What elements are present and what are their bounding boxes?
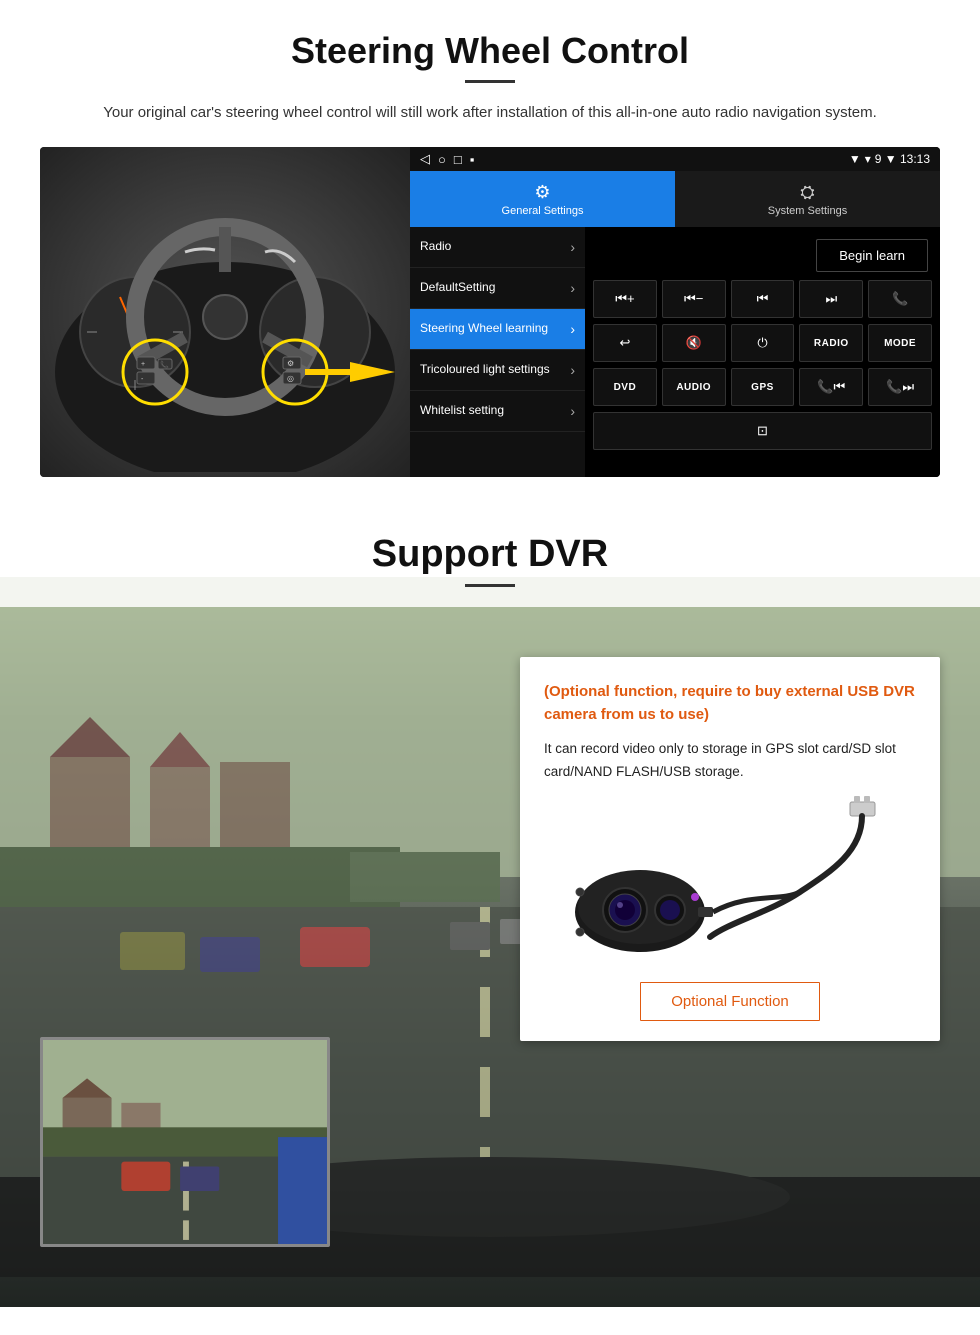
android-mockup: + - 📞 ⚙ ◎ (40, 147, 940, 477)
control-panel: Begin learn ⏮+ ⏮− ⏮ ⏭ 📞 ↩ 🔇 ⏻ (585, 227, 940, 477)
system-settings-icon: ⛭ (800, 182, 814, 203)
general-settings-icon: ⚙ (534, 182, 550, 203)
menu-item-radio[interactable]: Radio › (410, 227, 585, 268)
statusbar-nav-icons: ◁ ○ □ ▪ (420, 151, 474, 167)
menu-arrow-radio: › (570, 239, 575, 255)
dvr-description: It can record video only to storage in G… (544, 738, 916, 784)
android-tabs: ⚙ General Settings ⛭ System Settings (410, 171, 940, 227)
svg-text:📞: 📞 (160, 360, 169, 369)
btn-vol-up[interactable]: ⏮+ (593, 280, 657, 318)
btn-power[interactable]: ⏻ (731, 324, 795, 362)
btn-dvd[interactable]: DVD (593, 368, 657, 406)
svg-text:◎: ◎ (287, 374, 294, 383)
android-screen: ◁ ○ □ ▪ ▼ ▾ 9 ▼ 13:13 ⚙ General Settings (410, 147, 940, 477)
dvr-camera-art (544, 802, 916, 962)
btn-hang-up[interactable]: ↩ (593, 324, 657, 362)
btn-dvr-rec[interactable]: ⊡ (593, 412, 932, 450)
dvr-info-card: (Optional function, require to buy exter… (520, 657, 940, 1041)
btn-mode[interactable]: MODE (868, 324, 932, 362)
btn-gps[interactable]: GPS (731, 368, 795, 406)
wifi-icon: ▾ (865, 152, 871, 166)
btn-next-track[interactable]: ⏭ (799, 280, 863, 318)
menu-list: Radio › DefaultSetting › Steering Wheel … (410, 227, 585, 477)
tab-system-settings[interactable]: ⛭ System Settings (675, 171, 940, 227)
menu-arrow-whitelist: › (570, 403, 575, 419)
steering-section: Steering Wheel Control Your original car… (0, 0, 980, 497)
menu-tricoloured-label: Tricoloured light settings (420, 362, 550, 378)
dvr-title-divider (465, 584, 515, 587)
steering-photo-bg: + - 📞 ⚙ ◎ (40, 147, 410, 477)
menu-arrow-default: › (570, 280, 575, 296)
btn-prev-track[interactable]: ⏮ (731, 280, 795, 318)
dvr-title-area: Support DVR (0, 497, 980, 607)
dvr-thumb-scene (43, 1037, 327, 1247)
menu-arrow-tricoloured: › (570, 362, 575, 378)
control-row-4: ⊡ (593, 412, 932, 450)
menu-default-label: DefaultSetting (420, 280, 495, 296)
btn-phone-next[interactable]: 📞⏭ (868, 368, 932, 406)
btn-mute[interactable]: 🔇 (662, 324, 726, 362)
dvr-right-panel: (Optional function, require to buy exter… (520, 607, 980, 1307)
tab-general-settings[interactable]: ⚙ General Settings (410, 171, 675, 227)
menu-item-default-setting[interactable]: DefaultSetting › (410, 268, 585, 309)
menu-whitelist-label: Whitelist setting (420, 403, 504, 419)
btn-radio[interactable]: RADIO (799, 324, 863, 362)
dvr-title: Support DVR (0, 533, 980, 576)
btn-audio[interactable]: AUDIO (662, 368, 726, 406)
control-row-1: ⏮+ ⏮− ⏮ ⏭ 📞 (593, 280, 932, 318)
signal-icon: ▼ (849, 152, 861, 166)
menu-steering-label: Steering Wheel learning (420, 321, 548, 337)
title-divider (465, 80, 515, 83)
steering-title: Steering Wheel Control (40, 30, 940, 72)
android-content-area: Radio › DefaultSetting › Steering Wheel … (410, 227, 940, 477)
dvr-body: (Optional function, require to buy exter… (0, 607, 980, 1307)
begin-learn-button[interactable]: Begin learn (816, 239, 928, 272)
menu-item-whitelist[interactable]: Whitelist setting › (410, 391, 585, 432)
nav-back-icon: ◁ (420, 151, 430, 167)
menu-item-steering-wheel[interactable]: Steering Wheel learning › (410, 309, 585, 350)
svg-text:⚙: ⚙ (287, 359, 294, 368)
nav-recents-icon: □ (454, 152, 462, 167)
steering-wheel-svg: + - 📞 ⚙ ◎ (55, 152, 395, 472)
menu-radio-label: Radio (420, 239, 451, 255)
menu-arrow-steering: › (570, 321, 575, 337)
dvr-left-panel (0, 607, 520, 1307)
svg-text:+: + (141, 361, 145, 368)
begin-learn-row: Begin learn (593, 235, 932, 274)
nav-menu-icon: ▪ (470, 152, 475, 167)
tab-general-label: General Settings (502, 205, 584, 217)
btn-vol-down[interactable]: ⏮− (662, 280, 726, 318)
control-row-2: ↩ 🔇 ⏻ RADIO MODE (593, 324, 932, 362)
android-statusbar: ◁ ○ □ ▪ ▼ ▾ 9 ▼ 13:13 (410, 147, 940, 171)
menu-item-tricoloured[interactable]: Tricoloured light settings › (410, 350, 585, 391)
dvr-optional-text: (Optional function, require to buy exter… (544, 681, 916, 726)
dvr-thumbnail (40, 1037, 330, 1247)
nav-home-icon: ○ (438, 152, 446, 167)
dvr-section: Support DVR (0, 497, 980, 1307)
control-row-3: DVD AUDIO GPS 📞⏮ 📞⏭ (593, 368, 932, 406)
steering-description: Your original car's steering wheel contr… (80, 101, 900, 125)
dvr-camera-svg (550, 792, 910, 962)
statusbar-status: ▼ ▾ 9 ▼ 13:13 (849, 152, 930, 166)
steering-photo: + - 📞 ⚙ ◎ (40, 147, 410, 477)
optional-function-button[interactable]: Optional Function (640, 982, 820, 1021)
tab-system-label: System Settings (768, 205, 847, 217)
clock: 9 ▼ 13:13 (875, 152, 930, 166)
btn-phone-prev[interactable]: 📞⏮ (799, 368, 863, 406)
btn-phone[interactable]: 📞 (868, 280, 932, 318)
